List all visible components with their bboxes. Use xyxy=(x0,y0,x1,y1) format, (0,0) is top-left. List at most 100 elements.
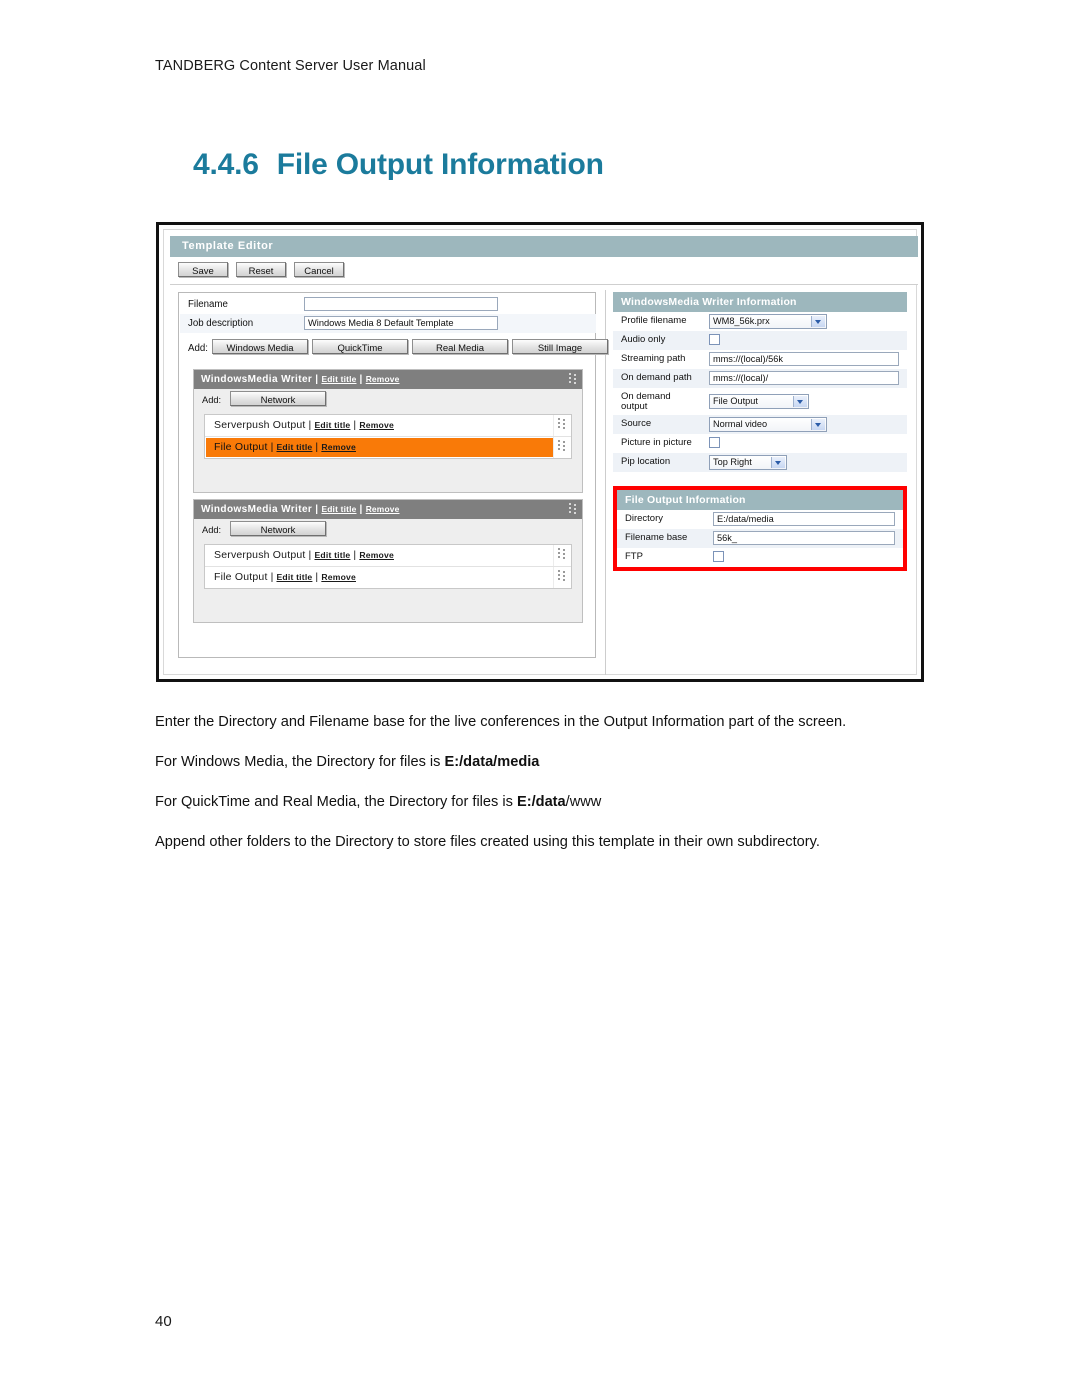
drag-handle-cell[interactable] xyxy=(553,415,571,436)
output-row-selected[interactable]: File Output | Edit title | Remove xyxy=(205,437,571,458)
save-button[interactable]: Save xyxy=(178,262,228,277)
cancel-button[interactable]: Cancel xyxy=(294,262,344,277)
drag-handle-icon[interactable] xyxy=(558,548,567,561)
add-real-media-button[interactable]: Real Media xyxy=(412,339,508,354)
remove-link[interactable]: Remove xyxy=(366,504,400,514)
writer-title: WindowsMedia Writer xyxy=(201,504,313,515)
picture-in-picture-checkbox[interactable] xyxy=(709,437,720,448)
on-demand-output-value: File Output xyxy=(713,396,758,406)
drag-handle-icon[interactable] xyxy=(569,373,578,386)
profile-filename-row: Profile filename WM8_56k.prx xyxy=(613,312,907,331)
window-titlebar: Template Editor xyxy=(170,236,918,257)
writer-add-bar: Add: Network xyxy=(194,519,582,540)
source-label: Source xyxy=(621,418,652,429)
ftp-row: FTP xyxy=(617,548,903,567)
drag-handle-icon[interactable] xyxy=(558,418,567,431)
edit-title-link[interactable]: Edit title xyxy=(277,572,313,582)
drag-handle-icon[interactable] xyxy=(569,503,578,516)
directory-row: Directory E:/data/media xyxy=(617,510,903,529)
output-row[interactable]: Serverpush Output | Edit title | Remove xyxy=(205,545,571,567)
section-heading-text: File Output Information xyxy=(276,148,604,181)
drag-handle-icon[interactable] xyxy=(558,570,567,583)
paragraph-2: For Windows Media, the Directory for fil… xyxy=(155,752,927,772)
filename-base-row: Filename base 56k_ xyxy=(617,529,903,548)
on-demand-path-input[interactable]: mms://(local)/ xyxy=(709,371,899,385)
pip-location-label: Pip location xyxy=(621,456,671,467)
paragraph-2-text: For Windows Media, the Directory for fil… xyxy=(155,754,445,770)
output-row-text: File Output | Edit title | Remove xyxy=(214,441,356,453)
body-copy: Enter the Directory and Filename base fo… xyxy=(155,712,927,852)
on-demand-output-row: On demand output File Output xyxy=(613,388,907,415)
separator: | xyxy=(270,571,274,583)
chevron-down-icon[interactable] xyxy=(811,419,825,430)
picture-in-picture-label: Picture in picture xyxy=(621,437,692,448)
streaming-path-label: Streaming path xyxy=(621,353,686,364)
separator: | xyxy=(353,419,357,431)
page-title: 4.4.6 File Output Information xyxy=(193,148,604,182)
output-row[interactable]: File Output | Edit title | Remove xyxy=(205,567,571,588)
edit-title-link[interactable]: Edit title xyxy=(314,550,350,560)
file-output-information-heading: File Output Information xyxy=(617,490,903,510)
chevron-down-icon[interactable] xyxy=(771,457,785,468)
filename-input[interactable] xyxy=(304,297,498,311)
paragraph-3-text: For QuickTime and Real Media, the Direct… xyxy=(155,794,517,810)
profile-filename-select[interactable]: WM8_56k.prx xyxy=(709,314,827,329)
pip-location-value: Top Right xyxy=(713,457,752,467)
add-network-button[interactable]: Network xyxy=(230,521,326,536)
file-output-information-title: File Output Information xyxy=(625,494,746,506)
directory-input[interactable]: E:/data/media xyxy=(713,512,895,526)
chevron-down-icon[interactable] xyxy=(811,316,825,327)
remove-link[interactable]: Remove xyxy=(366,374,400,384)
ftp-checkbox[interactable] xyxy=(713,551,724,562)
file-output-information-panel: File Output Information Directory E:/dat… xyxy=(613,486,907,571)
audio-only-checkbox[interactable] xyxy=(709,334,720,345)
properties-pane: WindowsMedia Writer Information Profile … xyxy=(607,290,918,675)
drag-handle-cell[interactable] xyxy=(553,437,571,458)
output-row-text: Serverpush Output | Edit title | Remove xyxy=(214,549,394,561)
writer-block: WindowsMedia Writer | Edit title | Remove Ad… xyxy=(193,369,583,493)
picture-in-picture-row: Picture in picture xyxy=(613,434,907,453)
edit-title-link[interactable]: Edit title xyxy=(277,442,313,452)
drag-handle-icon[interactable] xyxy=(558,440,567,453)
edit-title-link[interactable]: Edit title xyxy=(321,504,356,514)
page-number: 40 xyxy=(155,1313,172,1330)
output-row-text: File Output | Edit title | Remove xyxy=(214,571,356,583)
drag-handle-cell[interactable] xyxy=(553,567,571,588)
pip-location-select[interactable]: Top Right xyxy=(709,455,787,470)
filename-label: Filename xyxy=(188,299,228,310)
filename-base-input[interactable]: 56k_ xyxy=(713,531,895,545)
remove-link[interactable]: Remove xyxy=(359,550,394,560)
add-network-button[interactable]: Network xyxy=(230,391,326,406)
writer-information-heading: WindowsMedia Writer Information xyxy=(613,292,907,312)
add-label: Add: xyxy=(188,343,208,354)
add-windows-media-button[interactable]: Windows Media xyxy=(212,339,308,354)
add-quicktime-button[interactable]: QuickTime xyxy=(312,339,408,354)
writer-add-bar: Add: Network xyxy=(194,389,582,410)
add-still-image-button[interactable]: Still Image xyxy=(512,339,608,354)
job-description-input[interactable]: Windows Media 8 Default Template xyxy=(304,316,498,330)
document-header: TANDBERG Content Server User Manual xyxy=(155,58,426,74)
remove-link[interactable]: Remove xyxy=(359,420,394,430)
writer-header: WindowsMedia Writer | Edit title | Remove xyxy=(194,370,582,389)
reset-button[interactable]: Reset xyxy=(236,262,286,277)
chevron-down-icon[interactable] xyxy=(793,396,807,407)
on-demand-path-label: On demand path xyxy=(621,372,692,383)
windows-media-directory-value: E:/data/media xyxy=(444,754,540,770)
remove-link[interactable]: Remove xyxy=(321,572,356,582)
writer-block: WindowsMedia Writer | Edit title | Remove Ad… xyxy=(193,499,583,623)
on-demand-output-select[interactable]: File Output xyxy=(709,394,809,409)
audio-only-row: Audio only xyxy=(613,331,907,350)
remove-link[interactable]: Remove xyxy=(321,442,356,452)
separator: | xyxy=(270,441,274,453)
writer-title-line: WindowsMedia Writer | Edit title | Remove xyxy=(201,374,399,385)
source-select[interactable]: Normal video xyxy=(709,417,827,432)
output-list: Serverpush Output|Edit title|Remove xyxy=(204,544,572,589)
edit-title-link[interactable]: Edit title xyxy=(314,420,350,430)
output-row[interactable]: Serverpush Output | Edit title | Remove xyxy=(205,415,571,437)
drag-handle-cell[interactable] xyxy=(553,545,571,566)
streaming-path-input[interactable]: mms://(local)/56k xyxy=(709,352,899,366)
separator: | xyxy=(353,549,357,561)
streaming-path-row: Streaming path mms://(local)/56k xyxy=(613,350,907,369)
quicktime-directory-value: E:/data xyxy=(517,794,566,810)
edit-title-link[interactable]: Edit title xyxy=(321,374,356,384)
